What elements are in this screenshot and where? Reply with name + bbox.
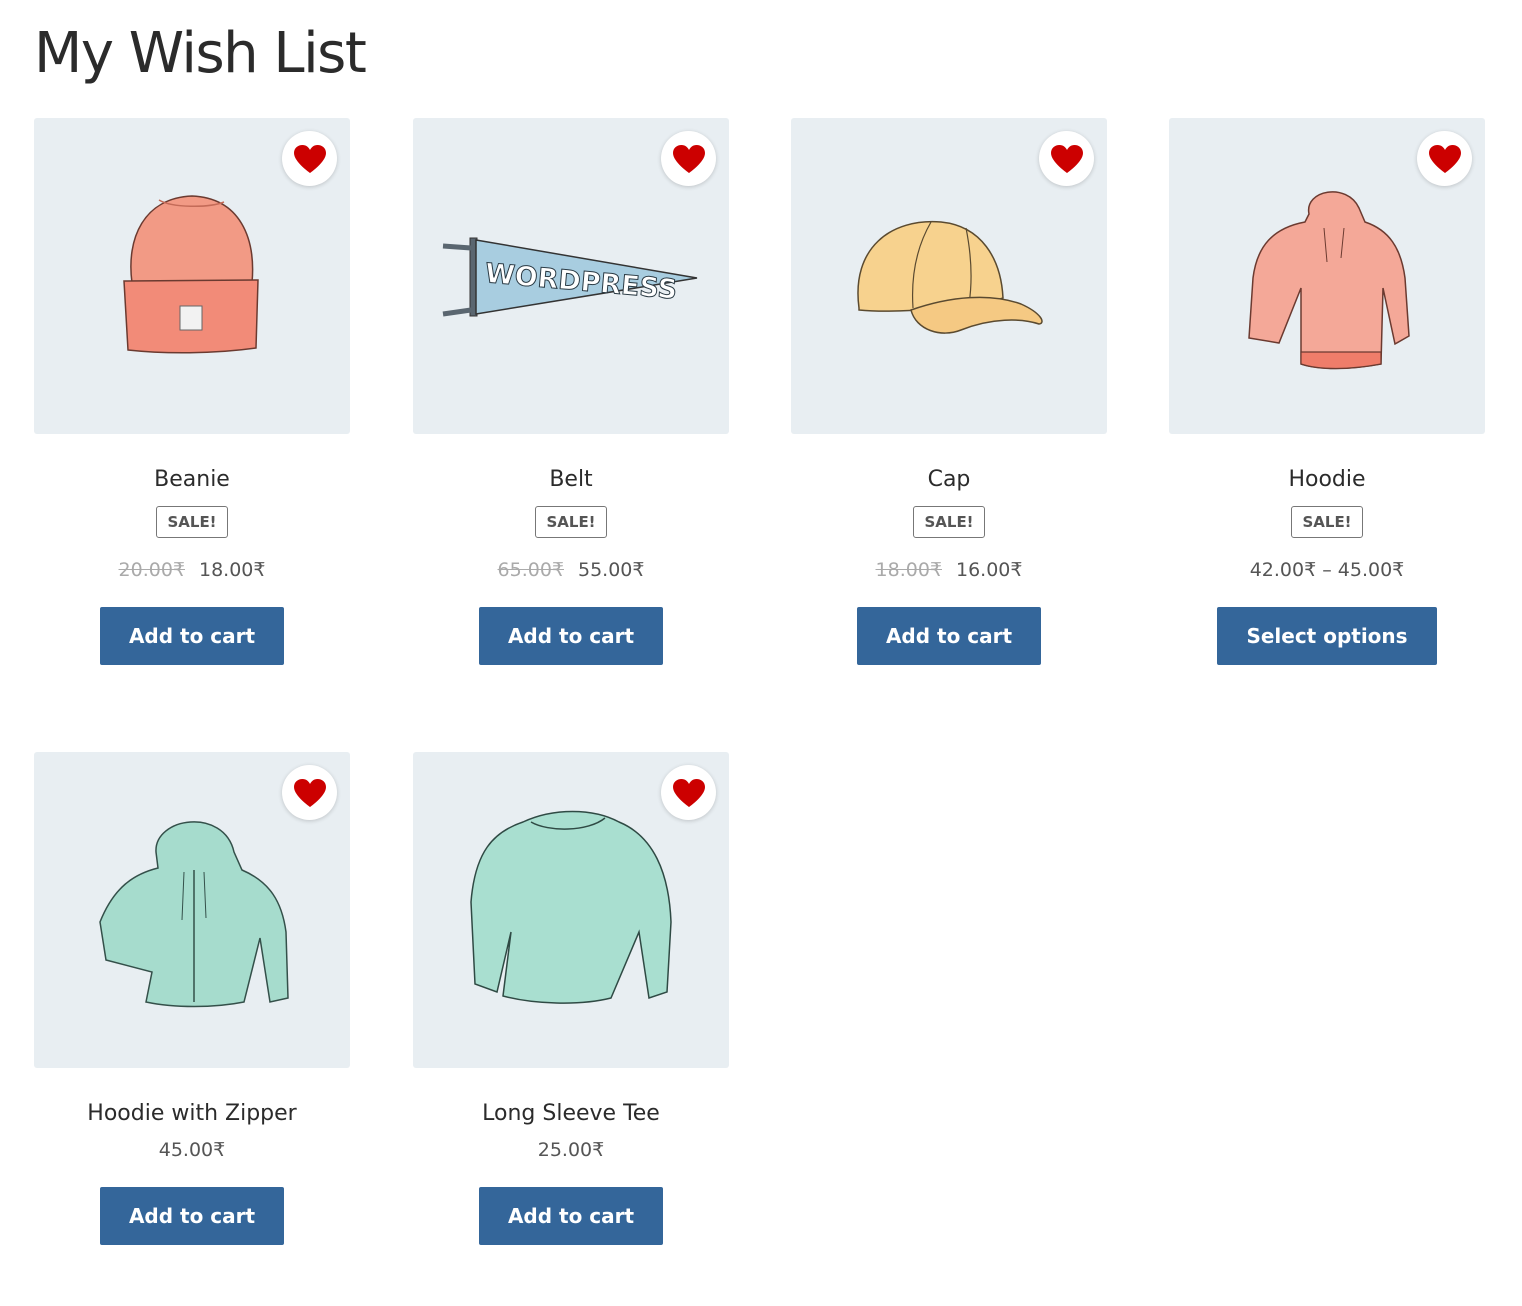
sale-badge: SALE! [1291, 506, 1363, 538]
heart-icon [672, 144, 705, 173]
product-card-hoodie-with-zipper: Hoodie with Zipper 45.00₹ Add to cart [34, 752, 350, 1245]
original-price: 18.00₹ [875, 559, 942, 581]
product-price: 42.00₹ – 45.00₹ [1169, 558, 1485, 582]
product-name[interactable]: Belt [413, 467, 729, 493]
original-price: 65.00₹ [497, 559, 564, 581]
product-card-hoodie: Hoodie SALE! 42.00₹ – 45.00₹ Select opti… [1169, 118, 1485, 665]
product-card-beanie: Beanie SALE! 20.00₹ 18.00₹ Add to cart [34, 118, 350, 665]
product-card-cap: Cap SALE! 18.00₹ 16.00₹ Add to cart [791, 118, 1107, 665]
regular-price: 45.00₹ [158, 1139, 226, 1161]
remove-from-wishlist-button[interactable] [282, 765, 337, 820]
remove-from-wishlist-button[interactable] [1039, 131, 1094, 186]
add-to-cart-button[interactable]: Add to cart [99, 1187, 285, 1245]
product-image-beanie[interactable] [34, 118, 350, 434]
remove-from-wishlist-button[interactable] [1417, 131, 1472, 186]
product-price: 25.00₹ [413, 1138, 729, 1162]
sale-badge: SALE! [913, 506, 985, 538]
wishlist-grid: Beanie SALE! 20.00₹ 18.00₹ Add to cart WO… [0, 0, 1522, 1306]
heart-icon [1428, 144, 1461, 173]
product-name[interactable]: Hoodie with Zipper [34, 1101, 350, 1127]
regular-price: 25.00₹ [537, 1139, 605, 1161]
heart-icon [1050, 144, 1083, 173]
original-price: 20.00₹ [118, 559, 185, 581]
product-image-hoodie-with-zipper[interactable] [34, 752, 350, 1068]
remove-from-wishlist-button[interactable] [661, 765, 716, 820]
heart-icon [293, 778, 326, 807]
sale-price: 16.00₹ [956, 559, 1023, 581]
heart-icon [672, 778, 705, 807]
product-name[interactable]: Beanie [34, 467, 350, 493]
price-range: 42.00₹ – 45.00₹ [1249, 559, 1405, 581]
add-to-cart-button[interactable]: Add to cart [856, 607, 1042, 665]
product-image-long-sleeve-tee[interactable] [413, 752, 729, 1068]
product-price: 65.00₹ 55.00₹ [413, 558, 729, 582]
product-price: 18.00₹ 16.00₹ [791, 558, 1107, 582]
remove-from-wishlist-button[interactable] [661, 131, 716, 186]
product-name[interactable]: Cap [791, 467, 1107, 493]
add-to-cart-button[interactable]: Add to cart [478, 607, 664, 665]
product-image-belt[interactable]: WORDPRESS [413, 118, 729, 434]
product-price: 20.00₹ 18.00₹ [34, 558, 350, 582]
sale-price: 55.00₹ [578, 559, 645, 581]
product-price: 45.00₹ [34, 1138, 350, 1162]
sale-badge: SALE! [156, 506, 228, 538]
remove-from-wishlist-button[interactable] [282, 131, 337, 186]
product-image-hoodie[interactable] [1169, 118, 1485, 434]
product-card-long-sleeve-tee: Long Sleeve Tee 25.00₹ Add to cart [413, 752, 729, 1245]
product-image-cap[interactable] [791, 118, 1107, 434]
product-name[interactable]: Hoodie [1169, 467, 1485, 493]
select-options-button[interactable]: Select options [1217, 607, 1437, 665]
add-to-cart-button[interactable]: Add to cart [99, 607, 285, 665]
sale-price: 18.00₹ [199, 559, 266, 581]
heart-icon [293, 144, 326, 173]
add-to-cart-button[interactable]: Add to cart [478, 1187, 664, 1245]
product-name[interactable]: Long Sleeve Tee [413, 1101, 729, 1127]
product-card-belt: WORDPRESS Belt SALE! 65.00₹ 55.00₹ Add to… [413, 118, 729, 665]
sale-badge: SALE! [535, 506, 607, 538]
